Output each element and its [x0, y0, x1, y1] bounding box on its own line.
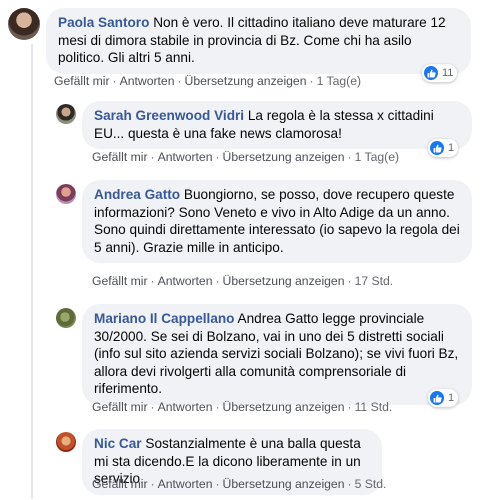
like-thumb-icon [430, 141, 444, 155]
like-link[interactable]: Gefällt mir [92, 400, 148, 414]
translate-link[interactable]: Übersetzung anzeigen [223, 477, 345, 491]
comment-bubble: Mariano Il Cappellano Andrea Gatto legge… [82, 304, 472, 405]
like-link[interactable]: Gefällt mir [92, 274, 148, 288]
comment-author[interactable]: Sarah Greenwood Vidri [94, 108, 244, 123]
avatar[interactable] [56, 432, 76, 452]
timestamp[interactable]: 1 Tag(e) [355, 150, 400, 164]
translate-link[interactable]: Übersetzung anzeigen [223, 400, 345, 414]
comment-author[interactable]: Paola Santoro [58, 15, 149, 30]
comment-actions: Gefällt mir · Antworten · Übersetzung anzeig… [54, 74, 362, 88]
avatar[interactable] [8, 8, 40, 40]
reply-link[interactable]: Antworten [120, 74, 175, 88]
reply-link[interactable]: Antworten [158, 150, 213, 164]
reaction-count[interactable]: 1 [428, 139, 459, 157]
comment-bubble: Sarah Greenwood Vidri La regola è la ste… [82, 101, 472, 149]
timestamp[interactable]: 5 Std. [355, 477, 387, 491]
reaction-number: 1 [448, 392, 455, 404]
like-link[interactable]: Gefällt mir [92, 150, 148, 164]
reply-link[interactable]: Antworten [158, 477, 213, 491]
thread-line [31, 44, 33, 499]
comment-bubble: Andrea Gatto Buongiorno, se posso, dove … [82, 180, 472, 263]
reply-link[interactable]: Antworten [158, 400, 213, 414]
like-link[interactable]: Gefällt mir [92, 477, 148, 491]
avatar[interactable] [56, 184, 76, 204]
reaction-number: 11 [442, 67, 454, 79]
reaction-count[interactable]: 11 [422, 64, 458, 82]
comment-actions: Gefällt mir · Antworten · Übersetzung anzeig… [92, 477, 387, 491]
reaction-count[interactable]: 1 [428, 389, 459, 407]
like-thumb-icon [430, 391, 444, 405]
avatar[interactable] [56, 104, 76, 124]
like-link[interactable]: Gefällt mir [54, 74, 110, 88]
timestamp[interactable]: 1 Tag(e) [317, 74, 362, 88]
translate-link[interactable]: Übersetzung anzeigen [223, 274, 345, 288]
avatar[interactable] [56, 308, 76, 328]
comment-actions: Gefällt mir · Antworten · Übersetzung anzeig… [92, 274, 394, 288]
comment-bubble: Paola Santoro Non è vero. Il cittadino i… [46, 8, 471, 74]
comment-author[interactable]: Andrea Gatto [94, 187, 180, 202]
timestamp[interactable]: 17 Std. [355, 274, 394, 288]
comment-actions: Gefällt mir · Antworten · Übersetzung anzeig… [92, 400, 393, 414]
like-thumb-icon [424, 66, 438, 80]
timestamp[interactable]: 11 Std. [355, 400, 393, 414]
comment-actions: Gefällt mir · Antworten · Übersetzung anzeig… [92, 150, 400, 164]
reaction-number: 1 [448, 142, 455, 154]
comment-author[interactable]: Nic Car [94, 436, 142, 451]
translate-link[interactable]: Übersetzung anzeigen [185, 74, 307, 88]
comment-author[interactable]: Mariano Il Cappellano [94, 311, 235, 326]
reply-link[interactable]: Antworten [158, 274, 213, 288]
translate-link[interactable]: Übersetzung anzeigen [223, 150, 345, 164]
